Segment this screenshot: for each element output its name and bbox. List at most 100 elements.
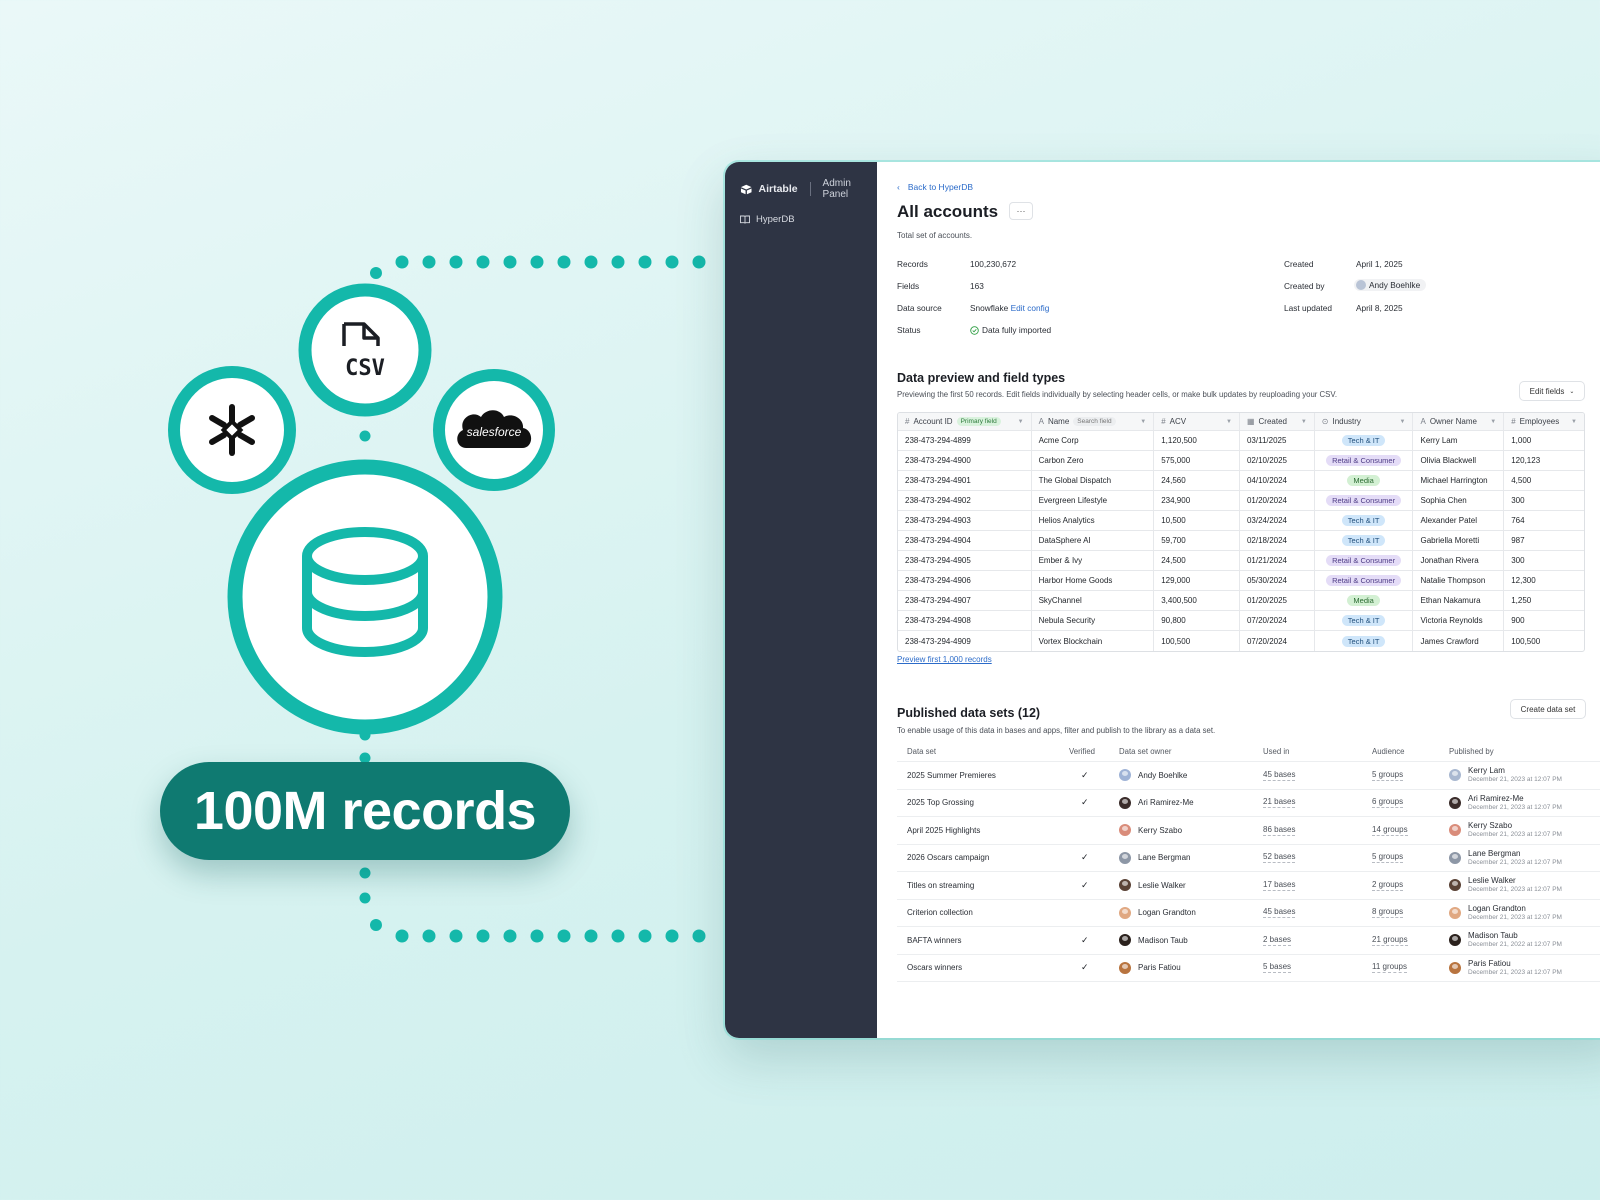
grid-cell[interactable]: 238-473-294-4902: [898, 491, 1032, 510]
data-set-owner[interactable]: Logan Grandton: [1119, 900, 1196, 927]
grid-cell[interactable]: Retail & Consumer: [1315, 451, 1414, 470]
grid-cell[interactable]: Harbor Home Goods: [1032, 571, 1155, 590]
grid-cell[interactable]: Olivia Blackwell: [1413, 451, 1505, 470]
table-row[interactable]: 238-473-294-4899 Acme Corp 1,120,500 03/11/…: [898, 431, 1584, 451]
grid-cell[interactable]: 24,560: [1154, 471, 1240, 490]
grid-cell[interactable]: Acme Corp: [1032, 431, 1155, 450]
grid-cell[interactable]: 07/20/2024: [1240, 611, 1315, 630]
list-item[interactable]: BAFTA winners ✓ Madison Taub 2 bases 21 …: [897, 927, 1600, 955]
used-in[interactable]: 17 bases: [1263, 872, 1296, 899]
grid-cell[interactable]: 238-473-294-4899: [898, 431, 1032, 450]
grid-cell[interactable]: 100,500: [1504, 631, 1584, 651]
grid-cell[interactable]: 238-473-294-4907: [898, 591, 1032, 610]
back-link[interactable]: ‹ Back to HyperDB: [897, 182, 973, 192]
grid-cell[interactable]: Tech & IT: [1315, 531, 1414, 550]
chevron-down-icon[interactable]: ▼: [1226, 419, 1232, 425]
grid-cell[interactable]: 01/20/2025: [1240, 591, 1315, 610]
grid-cell[interactable]: 238-473-294-4901: [898, 471, 1032, 490]
column-header-published-by[interactable]: Published by: [1449, 742, 1494, 761]
grid-cell[interactable]: Tech & IT: [1315, 511, 1414, 530]
used-in[interactable]: 86 bases: [1263, 817, 1296, 844]
column-header-created[interactable]: ▦ Created ▼: [1240, 413, 1315, 430]
grid-cell[interactable]: 1,000: [1504, 431, 1584, 450]
audience[interactable]: 8 groups: [1372, 900, 1404, 927]
column-header-employees[interactable]: # Employees ▼: [1504, 413, 1584, 430]
grid-cell[interactable]: Evergreen Lifestyle: [1032, 491, 1155, 510]
preview-records-link[interactable]: Preview first 1,000 records: [897, 655, 992, 664]
data-set-name[interactable]: 2026 Oscars campaign: [907, 845, 989, 872]
published-by[interactable]: Paris Fatiou December 21, 2023 at 12:07 …: [1449, 955, 1562, 982]
grid-cell[interactable]: 3,400,500: [1154, 591, 1240, 610]
grid-cell[interactable]: Nebula Security: [1032, 611, 1155, 630]
grid-cell[interactable]: Tech & IT: [1315, 631, 1414, 651]
grid-cell[interactable]: 987: [1504, 531, 1584, 550]
audience[interactable]: 11 groups: [1372, 955, 1407, 982]
more-options-button[interactable]: ···: [1009, 202, 1033, 220]
list-item[interactable]: Titles on streaming ✓ Leslie Walker 17 b…: [897, 872, 1600, 900]
column-header-audience[interactable]: Audience: [1372, 742, 1405, 761]
grid-cell[interactable]: 1,120,500: [1154, 431, 1240, 450]
data-set-name[interactable]: Criterion collection: [907, 900, 973, 927]
edit-fields-button[interactable]: Edit fields ⌄: [1519, 381, 1585, 401]
used-in[interactable]: 45 bases: [1263, 762, 1296, 789]
grid-cell[interactable]: 575,000: [1154, 451, 1240, 470]
list-item[interactable]: Criterion collection Logan Grandton 45 b…: [897, 900, 1600, 927]
grid-cell[interactable]: 238-473-294-4906: [898, 571, 1032, 590]
published-by[interactable]: Kerry Lam December 21, 2023 at 12:07 PM: [1449, 762, 1562, 789]
grid-cell[interactable]: 100,500: [1154, 631, 1240, 651]
grid-cell[interactable]: Media: [1315, 471, 1414, 490]
column-header-acv[interactable]: # ACV ▼: [1154, 413, 1240, 430]
table-row[interactable]: 238-473-294-4907 SkyChannel 3,400,500 01/20…: [898, 591, 1584, 611]
grid-cell[interactable]: Victoria Reynolds: [1413, 611, 1505, 630]
grid-cell[interactable]: Ember & Ivy: [1032, 551, 1155, 570]
grid-cell[interactable]: 10,500: [1154, 511, 1240, 530]
list-item[interactable]: 2025 Summer Premieres ✓ Andy Boehlke 45 …: [897, 762, 1600, 790]
edit-config-link[interactable]: Edit config: [1011, 303, 1050, 313]
grid-cell[interactable]: Retail & Consumer: [1315, 571, 1414, 590]
grid-cell[interactable]: Tech & IT: [1315, 611, 1414, 630]
grid-cell[interactable]: 234,900: [1154, 491, 1240, 510]
table-row[interactable]: 238-473-294-4903 Helios Analytics 10,500 03…: [898, 511, 1584, 531]
chevron-down-icon[interactable]: ▼: [1018, 419, 1024, 425]
grid-cell[interactable]: Jonathan Rivera: [1413, 551, 1505, 570]
table-row[interactable]: 238-473-294-4905 Ember & Ivy 24,500 01/21/2…: [898, 551, 1584, 571]
data-set-owner[interactable]: Ari Ramirez-Me: [1119, 790, 1194, 817]
audience[interactable]: 2 groups: [1372, 872, 1404, 899]
grid-cell[interactable]: 300: [1504, 491, 1584, 510]
table-row[interactable]: 238-473-294-4909 Vortex Blockchain 100,500…: [898, 631, 1584, 651]
data-set-name[interactable]: Titles on streaming: [907, 872, 974, 899]
used-in[interactable]: 5 bases: [1263, 955, 1292, 982]
column-header-name[interactable]: A Name Search field ▼: [1032, 413, 1155, 430]
grid-cell[interactable]: 238-473-294-4900: [898, 451, 1032, 470]
published-by[interactable]: Ari Ramirez-Me December 21, 2023 at 12:0…: [1449, 790, 1562, 817]
grid-cell[interactable]: 238-473-294-4903: [898, 511, 1032, 530]
grid-cell[interactable]: 900: [1504, 611, 1584, 630]
chevron-down-icon[interactable]: ▼: [1571, 419, 1577, 425]
audience[interactable]: 14 groups: [1372, 817, 1408, 844]
grid-cell[interactable]: SkyChannel: [1032, 591, 1155, 610]
grid-cell[interactable]: 238-473-294-4904: [898, 531, 1032, 550]
grid-cell[interactable]: 238-473-294-4909: [898, 631, 1032, 651]
data-set-name[interactable]: 2025 Top Grossing: [907, 790, 974, 817]
used-in[interactable]: 21 bases: [1263, 790, 1296, 817]
list-item[interactable]: 2026 Oscars campaign ✓ Lane Bergman 52 b…: [897, 845, 1600, 872]
grid-cell[interactable]: Media: [1315, 591, 1414, 610]
grid-cell[interactable]: 01/21/2024: [1240, 551, 1315, 570]
published-by[interactable]: Kerry Szabo December 21, 2023 at 12:07 P…: [1449, 817, 1562, 844]
grid-cell[interactable]: Retail & Consumer: [1315, 491, 1414, 510]
published-by[interactable]: Leslie Walker December 21, 2023 at 12:07…: [1449, 872, 1562, 899]
grid-cell[interactable]: 07/20/2024: [1240, 631, 1315, 651]
grid-cell[interactable]: 764: [1504, 511, 1584, 530]
data-set-owner[interactable]: Kerry Szabo: [1119, 817, 1182, 844]
grid-cell[interactable]: 05/30/2024: [1240, 571, 1315, 590]
grid-cell[interactable]: Ethan Nakamura: [1413, 591, 1505, 610]
grid-cell[interactable]: 238-473-294-4905: [898, 551, 1032, 570]
grid-cell[interactable]: 02/10/2025: [1240, 451, 1315, 470]
published-by[interactable]: Lane Bergman December 21, 2023 at 12:07 …: [1449, 845, 1562, 872]
table-row[interactable]: 238-473-294-4900 Carbon Zero 575,000 02/10/…: [898, 451, 1584, 471]
grid-cell[interactable]: Tech & IT: [1315, 431, 1414, 450]
table-row[interactable]: 238-473-294-4906 Harbor Home Goods 129,000…: [898, 571, 1584, 591]
grid-cell[interactable]: Vortex Blockchain: [1032, 631, 1155, 651]
column-header-data-set[interactable]: Data set: [907, 742, 936, 761]
grid-cell[interactable]: 238-473-294-4908: [898, 611, 1032, 630]
